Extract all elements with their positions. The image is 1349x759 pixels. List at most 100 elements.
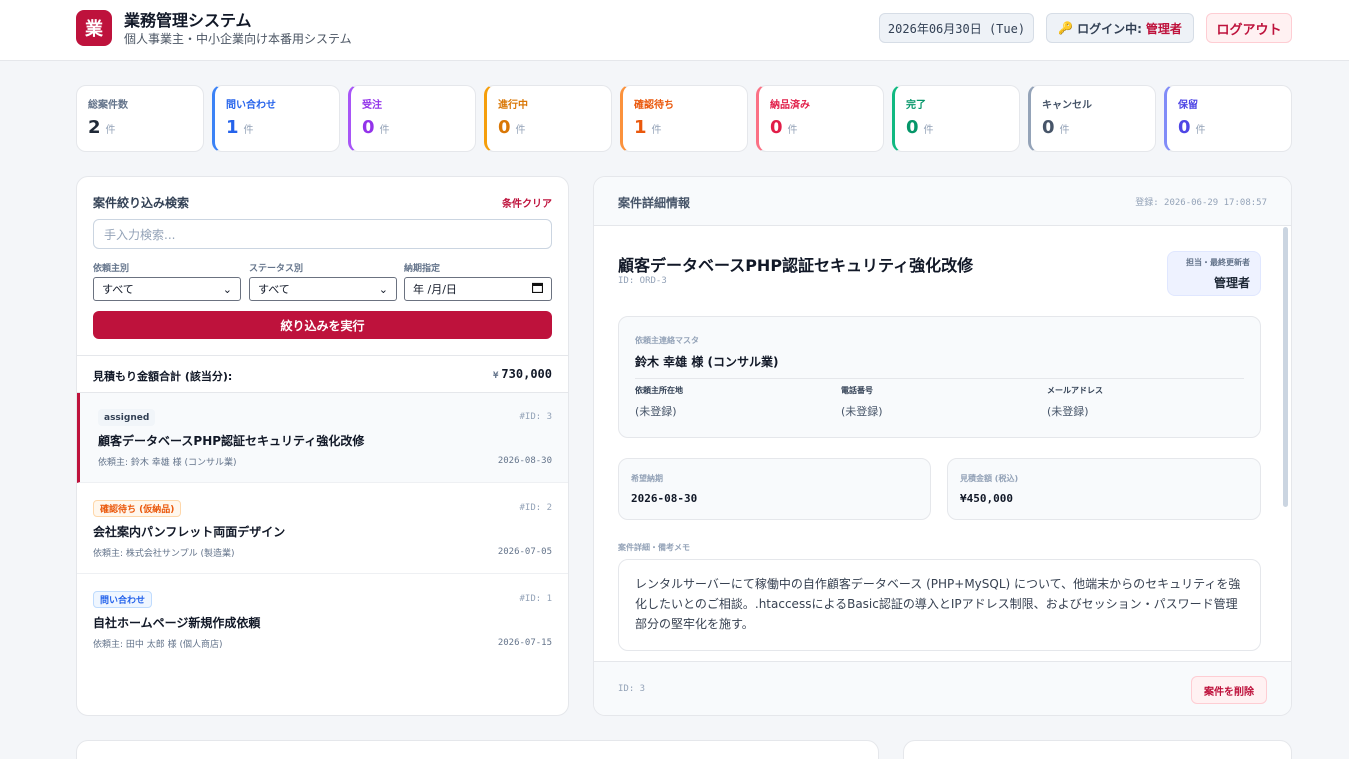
status-badge: assigned [98, 409, 156, 426]
estimate-sum-value: ¥730,000 [493, 367, 552, 381]
stat-card-delivered[interactable]: 納品済み 0 件 [756, 85, 884, 152]
stat-value: 0 [770, 117, 783, 138]
stat-card-ordered[interactable]: 受注 0 件 [348, 85, 476, 152]
login-user: 管理者 [1145, 21, 1182, 36]
logout-button[interactable]: ログアウト [1206, 13, 1292, 43]
stat-label: キャンセル [1042, 100, 1092, 111]
amount-label: 見積金額 (税込) [960, 474, 1019, 483]
stat-value: 0 [498, 117, 511, 138]
estimate-sum-row: 見積もり金額合計 (該当分): ¥730,000 [77, 355, 568, 393]
status-filter-label: ステータス別 [249, 264, 304, 274]
run-filter-button[interactable]: 絞り込みを実行 [93, 311, 552, 339]
client-filter-select[interactable]: すべて ⌄ [93, 277, 241, 301]
stat-value: 0 [1042, 117, 1055, 138]
case-list-item[interactable]: 確認待ち (仮納品) #ID: 2 会社案内パンフレット両面デザイン 依頼主: … [77, 484, 568, 574]
stat-value: 2 [88, 117, 101, 138]
stat-unit: 件 [105, 125, 116, 136]
stat-unit: 件 [651, 125, 662, 136]
stat-unit: 件 [379, 125, 390, 136]
contact-label: 依頼主連絡マスタ [635, 336, 699, 345]
case-due-date: 2026-07-15 [497, 638, 552, 648]
login-status-pill: 🔑 ログイン中: 管理者 [1046, 13, 1194, 43]
stat-value: 1 [634, 117, 647, 138]
due-date-label: 希望納期 [631, 474, 663, 483]
stat-card-cancelled[interactable]: キャンセル 0 件 [1028, 85, 1156, 152]
current-date-pill: 2026年06月30日 (Tue) [879, 13, 1034, 43]
footer-case-id: ID: 3 [618, 684, 646, 694]
stat-label: 問い合わせ [226, 100, 276, 111]
app-subtitle: 個人事業主・中小企業向け本番用システム [124, 32, 352, 46]
stat-label: 受注 [362, 100, 382, 111]
owner-name: 管理者 [1213, 276, 1250, 290]
address-value: (未登録) [635, 405, 677, 418]
stat-card-completed[interactable]: 完了 0 件 [892, 85, 1020, 152]
address-label: 依頼主所在地 [635, 386, 683, 395]
app-logo: 業 [76, 10, 112, 46]
case-detail-panel: 案件詳細情報 登録: 2026-06-29 17:08:57 顧客データベースP… [593, 176, 1292, 716]
search-input[interactable]: 手入力検索... [93, 219, 552, 249]
stat-label: 保留 [1178, 100, 1198, 111]
stat-unit: 件 [1195, 125, 1206, 136]
due-date-value: 年 /月/日 [413, 283, 457, 296]
due-date-input[interactable]: 年 /月/日 [404, 277, 552, 301]
stat-unit: 件 [923, 125, 934, 136]
clear-filters-link[interactable]: 条件クリア [502, 195, 552, 210]
detail-footer: ID: 3 案件を削除 [594, 661, 1291, 715]
stat-card-total[interactable]: 総案件数 2 件 [76, 85, 204, 152]
stat-label: 納品済み [770, 100, 810, 111]
stat-card-awaiting-review[interactable]: 確認待ち 1 件 [620, 85, 748, 152]
detail-header-title: 案件詳細情報 [618, 196, 691, 210]
stat-value: 0 [1178, 117, 1191, 138]
amount-value: ¥450,000 [960, 492, 1013, 505]
stat-value: 0 [362, 117, 375, 138]
client-filter-label: 依頼主別 [93, 264, 130, 274]
case-client: 依頼主: 鈴木 幸雄 様 (コンサル業) [98, 458, 237, 468]
case-title: 自社ホームページ新規作成依頼 [93, 616, 261, 630]
stat-label: 進行中 [498, 100, 528, 111]
divider [635, 378, 1244, 379]
app-title: 業務管理システム [124, 11, 252, 30]
case-client: 依頼主: 田中 太郎 様 (個人商店) [93, 640, 223, 650]
client-contact-box: 依頼主連絡マスタ 鈴木 幸雄 様 (コンサル業) 依頼主所在地 (未登録) 電話… [618, 316, 1261, 438]
bottom-card-right [903, 740, 1292, 759]
detail-scrollbar[interactable] [1283, 227, 1288, 507]
case-list-item[interactable]: 問い合わせ #ID: 1 自社ホームページ新規作成依頼 依頼主: 田中 太郎 様… [77, 575, 568, 665]
owner-label: 担当・最終更新者 [1186, 258, 1250, 267]
stat-label: 確認待ち [634, 100, 674, 111]
stat-label: 総案件数 [88, 100, 128, 111]
stat-card-on-hold[interactable]: 保留 0 件 [1164, 85, 1292, 152]
stat-value: 1 [226, 117, 239, 138]
delete-case-button[interactable]: 案件を削除 [1191, 676, 1267, 704]
key-icon: 🔑 [1058, 21, 1074, 35]
stat-label: 完了 [906, 100, 926, 111]
phone-label: 電話番号 [841, 386, 873, 395]
memo-label: 案件詳細・備考メモ [618, 543, 690, 552]
stat-card-in-progress[interactable]: 進行中 0 件 [484, 85, 612, 152]
stat-unit: 件 [515, 125, 526, 136]
registered-timestamp: 登録: 2026-06-29 17:08:57 [1135, 198, 1267, 208]
stat-unit: 件 [243, 125, 254, 136]
chevron-down-icon: ⌄ [222, 282, 232, 296]
login-prefix: ログイン中: [1077, 21, 1142, 36]
owner-box: 担当・最終更新者 管理者 [1167, 251, 1261, 296]
email-value: (未登録) [1047, 405, 1089, 418]
case-client: 依頼主: 株式会社サンプル (製造業) [93, 549, 235, 559]
email-label: メールアドレス [1047, 386, 1103, 395]
client-filter-value: すべて [102, 283, 134, 296]
app-header: 業 業務管理システム 個人事業主・中小企業向け本番用システム 2026年06月3… [0, 0, 1349, 61]
status-badge: 問い合わせ [93, 591, 153, 608]
detail-header: 案件詳細情報 登録: 2026-06-29 17:08:57 [594, 177, 1291, 226]
status-filter-select[interactable]: すべて ⌄ [249, 277, 397, 301]
amount-box: 見積金額 (税込) ¥450,000 [947, 458, 1261, 520]
status-filter-value: すべて [258, 283, 290, 296]
case-filter-panel: 案件絞り込み検索 条件クリア 手入力検索... 依頼主別 すべて ⌄ ステータス… [76, 176, 569, 716]
case-title: 顧客データベースPHP認証セキュリティ強化改修 [98, 434, 365, 448]
phone-value: (未登録) [841, 405, 883, 418]
case-id: #ID: 3 [519, 412, 552, 422]
estimate-sum-label: 見積もり金額合計 (該当分): [93, 370, 233, 383]
stat-card-inquiry[interactable]: 問い合わせ 1 件 [212, 85, 340, 152]
case-id: #ID: 1 [519, 594, 552, 604]
case-due-date: 2026-08-30 [497, 456, 552, 466]
case-list-item[interactable]: assigned #ID: 3 顧客データベースPHP認証セキュリティ強化改修 … [77, 393, 568, 483]
memo-text: レンタルサーバーにて稼働中の自作顧客データベース (PHP+MySQL) につい… [618, 559, 1261, 651]
